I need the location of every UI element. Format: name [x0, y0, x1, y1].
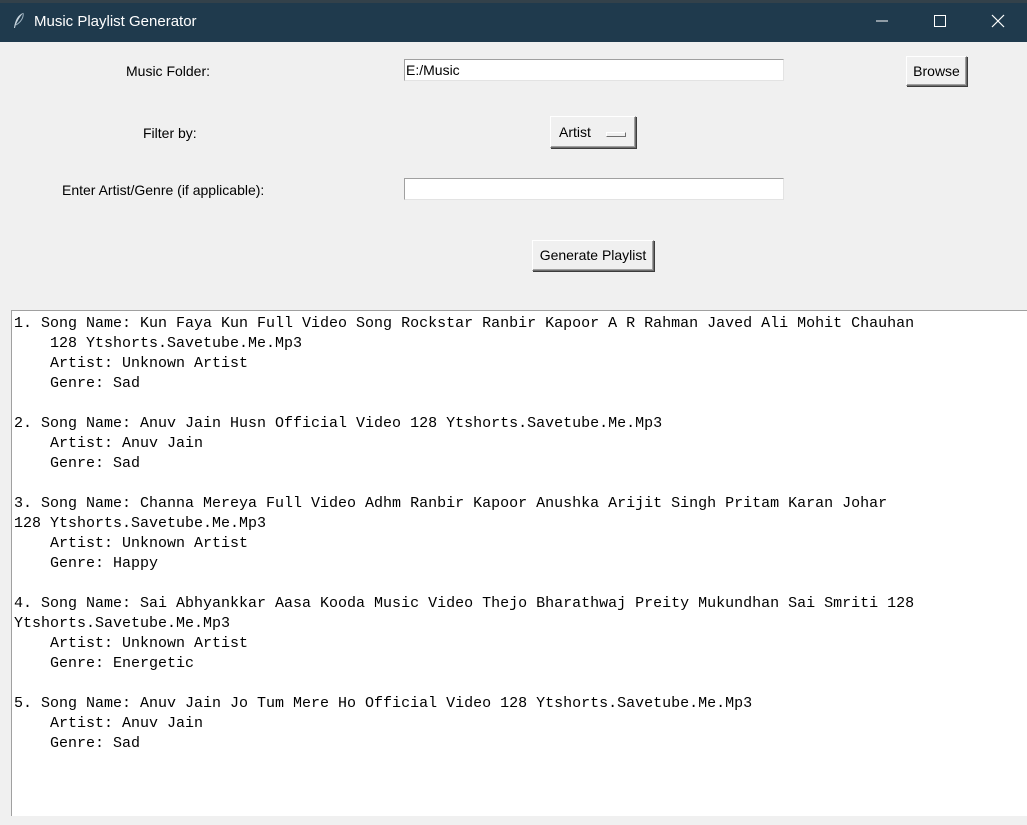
output-line: Genre: Happy — [14, 555, 159, 572]
window-title: Music Playlist Generator — [34, 13, 197, 30]
music-folder-input[interactable]: E:/Music — [404, 59, 784, 81]
output-line: 128 Ytshorts.Savetube.Me.Mp3 — [14, 335, 303, 352]
output-line: Genre: Sad — [14, 455, 141, 472]
feather-icon — [12, 12, 26, 30]
close-icon — [991, 14, 1005, 28]
minimize-button[interactable] — [853, 0, 911, 42]
output-line: 2. Song Name: Anuv Jain Husn Official Vi… — [14, 415, 663, 432]
minimize-icon — [876, 20, 888, 22]
title-bar: Music Playlist Generator — [0, 0, 1027, 42]
output-line: Genre: Sad — [14, 735, 141, 752]
output-line: Genre: Energetic — [14, 655, 195, 672]
option-menu-indicator-icon — [606, 132, 626, 137]
output-line: 5. Song Name: Anuv Jain Jo Tum Mere Ho O… — [14, 695, 753, 712]
playlist-output-text[interactable]: 1. Song Name: Kun Faya Kun Full Video So… — [11, 310, 1027, 816]
browse-button[interactable]: Browse — [906, 56, 967, 86]
output-line: Genre: Sad — [14, 375, 141, 392]
output-line: 4. Song Name: Sai Abhyankkar Aasa Kooda … — [14, 595, 915, 612]
music-folder-label: Music Folder: — [126, 63, 211, 79]
output-line: Artist: Unknown Artist — [14, 355, 249, 372]
generate-playlist-button[interactable]: Generate Playlist — [532, 240, 654, 271]
filter-selected-value: Artist — [559, 124, 591, 140]
output-line: Ytshorts.Savetube.Me.Mp3 — [14, 615, 231, 632]
output-line: 3. Song Name: Channa Mereya Full Video A… — [14, 495, 888, 512]
filter-option-menu[interactable]: Artist — [550, 116, 636, 148]
output-line: Artist: Anuv Jain — [14, 435, 204, 452]
artist-genre-input[interactable] — [404, 178, 784, 200]
maximize-button[interactable] — [911, 0, 969, 42]
output-line: 128 Ytshorts.Savetube.Me.Mp3 — [14, 515, 267, 532]
artist-genre-label: Enter Artist/Genre (if applicable): — [62, 182, 265, 198]
close-button[interactable] — [969, 0, 1027, 42]
output-line: 1. Song Name: Kun Faya Kun Full Video So… — [14, 315, 915, 332]
output-line: Artist: Unknown Artist — [14, 535, 249, 552]
maximize-icon — [934, 15, 946, 27]
output-line: Artist: Unknown Artist — [14, 635, 249, 652]
filter-by-label: Filter by: — [143, 125, 197, 141]
output-line: Artist: Anuv Jain — [14, 715, 204, 732]
